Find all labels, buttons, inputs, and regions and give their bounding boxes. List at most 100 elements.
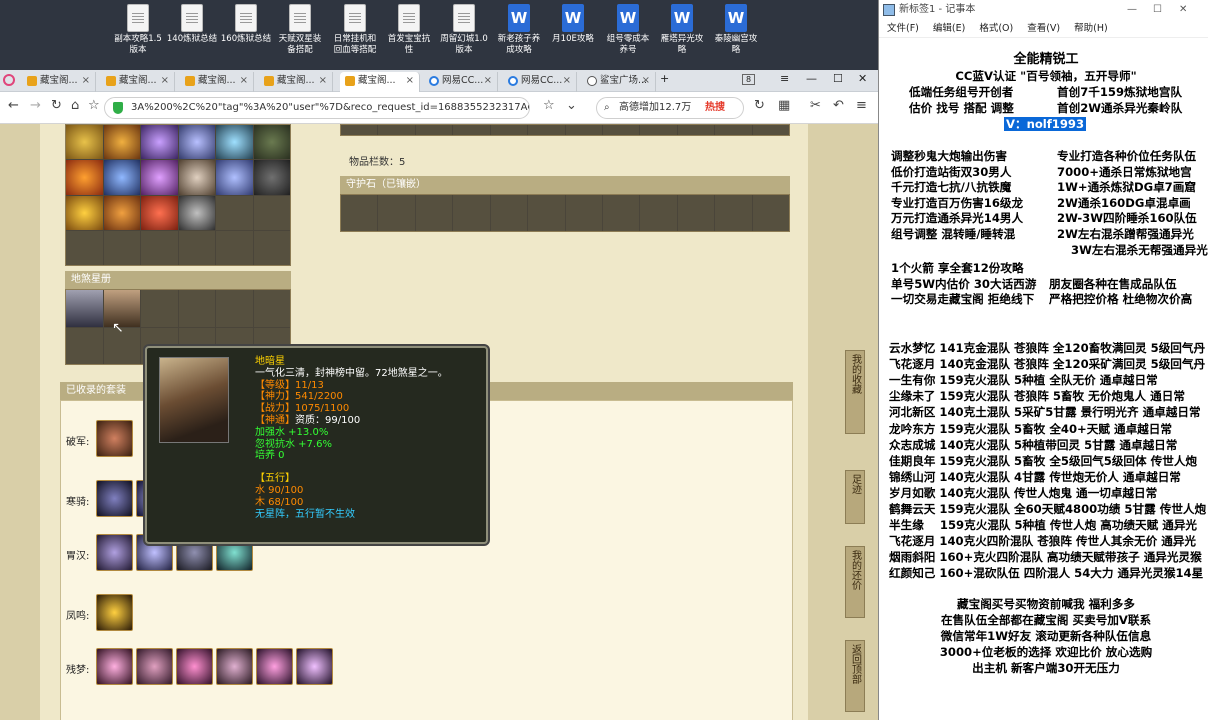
desktop-file-icon[interactable]: W 秦陵幽宫攻 略 [709,4,763,56]
item-slot[interactable] [216,230,253,265]
stone-slot[interactable] [640,195,677,231]
item-slot[interactable] [141,195,178,230]
item-slot[interactable] [253,160,290,195]
forward-icon[interactable]: → [30,98,41,113]
item-slot[interactable] [103,230,140,265]
item-slot[interactable] [178,125,215,160]
close-icon[interactable]: × [642,72,650,90]
close-icon[interactable]: ✕ [1179,0,1187,20]
stone-slot[interactable] [490,195,528,231]
tab-cbg[interactable]: 藏宝阁... × [101,72,175,92]
maximize-icon[interactable]: ☐ [833,72,843,85]
back-icon[interactable]: ← [8,98,19,113]
close-icon[interactable]: × [406,72,414,90]
tab-cbg[interactable]: 藏宝阁... × [22,72,96,92]
earth-star-slot[interactable] [216,290,253,327]
item-slot[interactable] [141,160,178,195]
earth-star-card[interactable] [66,290,103,327]
item-slot[interactable] [141,230,178,265]
tab-netease-cc[interactable]: 网易CC... × [424,72,498,92]
footprint-button[interactable]: 足迹 [845,470,865,524]
dropdown-icon[interactable]: ⌄ [566,98,577,113]
close-window-icon[interactable]: ✕ [858,72,867,85]
item-slot[interactable] [216,125,253,160]
desktop-file-icon[interactable]: W 月10E攻略 [546,4,600,45]
home-icon[interactable]: ⌂ [71,98,79,113]
stone-slot[interactable] [415,195,453,231]
reload-icon[interactable]: ↻ [51,98,62,113]
stone-slot[interactable] [453,195,490,231]
search-box[interactable]: ⌕ 高德增加12.7万 热搜 [596,97,744,119]
bookmark-star-icon[interactable]: ☆ [88,98,100,113]
desktop-file-icon[interactable]: 天赋双星装 备搭配 [273,4,327,56]
stone-slot[interactable] [677,195,715,231]
item-slot[interactable] [253,125,290,160]
menu-edit[interactable]: 编辑(E) [933,23,965,34]
item-slot[interactable] [66,230,103,265]
item-slot[interactable] [253,230,290,265]
cut-icon[interactable]: ✂ [810,98,821,113]
item-slot[interactable] [66,195,103,230]
earth-star-slot[interactable] [141,290,178,327]
stone-slot[interactable] [341,195,378,231]
desktop-file-icon[interactable]: 日常挂机和 回血等搭配 [328,4,382,56]
item-slot[interactable] [178,230,215,265]
stone-slot[interactable] [752,195,789,231]
favorite-star-icon[interactable]: ☆ [543,98,555,113]
earth-star-slot[interactable] [253,290,290,327]
set-item-icon[interactable] [96,420,133,457]
maximize-icon[interactable]: ☐ [1153,0,1162,20]
apps-icon[interactable]: ▦ [778,98,790,113]
tab-cbg[interactable]: 藏宝阁... × [259,72,333,92]
set-item-icon[interactable] [296,648,333,685]
close-icon[interactable]: × [240,72,248,90]
item-slot[interactable] [253,195,290,230]
tab-cbg[interactable]: 藏宝阁... × [180,72,254,92]
stone-slot[interactable] [565,195,602,231]
item-slot[interactable] [216,160,253,195]
undo-icon[interactable]: ↶ [833,98,844,113]
desktop-file-icon[interactable]: W 新老孩子养 成攻略 [492,4,546,56]
close-icon[interactable]: × [161,72,169,90]
close-icon[interactable]: × [563,72,571,90]
set-item-icon[interactable] [96,594,133,631]
desktop-file-icon[interactable]: 周留幻城1.0 版本 [437,4,491,56]
np-contact-selected[interactable]: V：nolf1993 [1004,117,1087,131]
item-slot[interactable] [103,160,140,195]
desktop-file-icon[interactable]: W 雁塔异光攻 略 [655,4,709,56]
stone-slot[interactable] [528,195,565,231]
earth-star-slot[interactable] [66,327,103,364]
new-tab-button[interactable]: + [660,72,669,85]
desktop-file-icon[interactable]: 140炼狱总结 [165,4,219,45]
tab-square[interactable]: 鲨宝广场... × [582,72,656,92]
menu-file[interactable]: 文件(F) [887,23,919,34]
close-icon[interactable]: × [319,72,327,90]
refresh-ext-icon[interactable]: ↻ [754,98,765,113]
set-item-icon[interactable] [216,648,253,685]
earth-star-slot[interactable] [178,290,215,327]
tab-netease-cc[interactable]: 网易CC... × [503,72,577,92]
item-slot[interactable] [178,160,215,195]
stone-slot[interactable] [602,195,640,231]
minimize-icon[interactable]: — [806,72,817,85]
menu-view[interactable]: 查看(V) [1027,23,1060,34]
desktop-file-icon[interactable]: 160炼狱总结 [219,4,273,45]
set-item-icon[interactable] [256,648,293,685]
item-slot[interactable] [66,125,103,160]
back-to-top-button[interactable]: 返回顶部 [845,640,865,712]
set-item-icon[interactable] [136,648,173,685]
set-item-icon[interactable] [176,648,213,685]
item-slot[interactable] [66,160,103,195]
item-slot[interactable] [141,125,178,160]
set-item-icon[interactable] [96,648,133,685]
close-icon[interactable]: × [82,72,90,90]
item-slot[interactable] [103,195,140,230]
menu-icon[interactable]: ≡ [856,98,867,113]
tab-count-badge[interactable]: 8 [742,74,756,85]
item-slot[interactable] [103,125,140,160]
minimize-icon[interactable]: — [1127,0,1137,20]
item-slot[interactable] [216,195,253,230]
desktop-file-icon[interactable]: W 组号零成本 养号 [601,4,655,56]
menu-format[interactable]: 格式(O) [979,23,1013,34]
set-item-icon[interactable] [96,480,133,517]
